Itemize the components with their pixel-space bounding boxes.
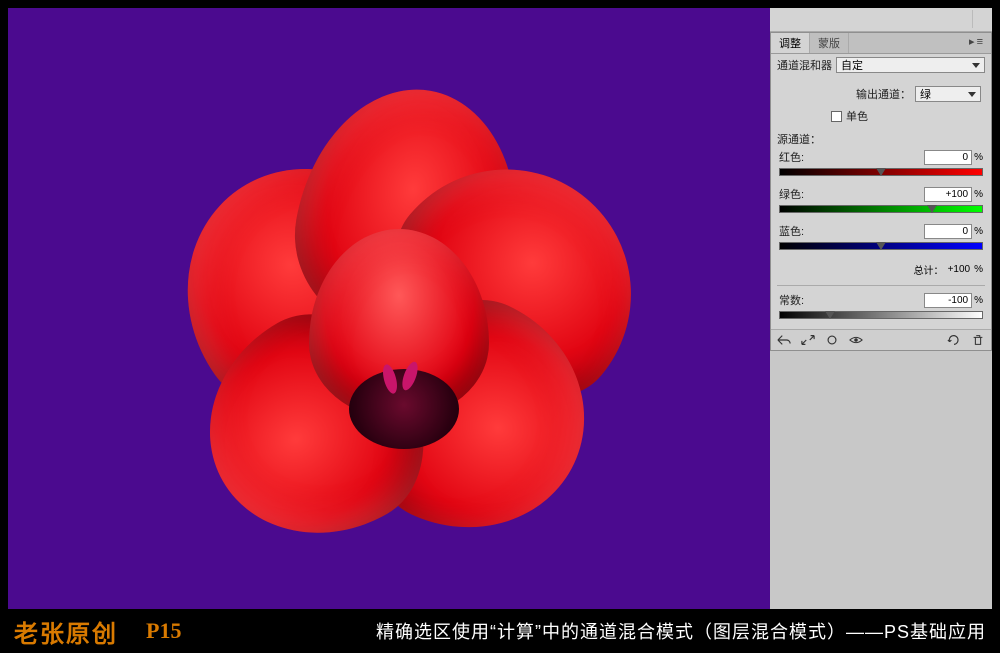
dock-collapse-icon[interactable] [972, 10, 992, 28]
monochrome-checkbox[interactable] [831, 111, 842, 122]
right-panel-column: 调整 蒙版 ▸≡ 通道混和器 自定 输出通道： 绿 单色 [770, 8, 992, 609]
slider-green-input[interactable]: +100 [924, 187, 972, 202]
total-row: 总计： +100 % [771, 260, 991, 285]
percent-sign: % [974, 295, 983, 306]
chevron-down-icon [968, 92, 976, 97]
chevron-down-icon [972, 63, 980, 68]
slider-thumb[interactable] [927, 205, 937, 213]
adjustments-panel: 调整 蒙版 ▸≡ 通道混和器 自定 输出通道： 绿 单色 [770, 32, 992, 351]
expand-icon[interactable] [801, 334, 815, 346]
monochrome-label: 单色 [846, 108, 868, 124]
app-window: 调整 蒙版 ▸≡ 通道混和器 自定 输出通道： 绿 单色 [8, 8, 992, 609]
slider-red-track[interactable] [779, 168, 983, 178]
output-channel-label: 输出通道： [856, 86, 911, 102]
tab-adjustments[interactable]: 调整 [771, 33, 810, 53]
caption-page: P15 [146, 618, 181, 644]
panel-empty-area [770, 351, 992, 609]
preset-dropdown[interactable]: 自定 [836, 57, 985, 73]
total-value: +100 [948, 264, 971, 275]
panel-footer [771, 329, 991, 350]
preset-value: 自定 [841, 57, 863, 73]
slider-red-label: 红色: [779, 149, 804, 165]
slider-constant: 常数: -100 % [771, 286, 991, 329]
slider-red: 红色: 0 % [771, 149, 991, 186]
slider-thumb[interactable] [876, 168, 886, 176]
slider-constant-label: 常数: [779, 292, 804, 308]
slider-blue-track[interactable] [779, 242, 983, 252]
caption-brand: 老张原创 [14, 614, 118, 649]
back-arrow-icon[interactable] [777, 334, 791, 346]
tab-masks[interactable]: 蒙版 [810, 33, 849, 53]
source-channels-label: 源通道： [771, 127, 991, 149]
slider-thumb[interactable] [876, 242, 886, 250]
flower-image [149, 79, 629, 539]
output-channel-dropdown[interactable]: 绿 [915, 86, 981, 102]
reset-icon[interactable] [947, 334, 961, 346]
slider-blue: 蓝色: 0 % [771, 223, 991, 260]
percent-sign: % [974, 264, 983, 275]
percent-sign: % [974, 226, 983, 237]
caption-bar: 老张原创 P15 精确选区使用“计算”中的通道混合模式（图层混合模式）——PS基… [0, 609, 1000, 653]
slider-constant-track[interactable] [779, 311, 983, 321]
slider-red-input[interactable]: 0 [924, 150, 972, 165]
percent-sign: % [974, 189, 983, 200]
slider-constant-input[interactable]: -100 [924, 293, 972, 308]
visibility-icon[interactable] [849, 334, 863, 346]
panel-tabs: 调整 蒙版 ▸≡ [771, 33, 991, 54]
caption-title: 精确选区使用“计算”中的通道混合模式（图层混合模式）——PS基础应用 [376, 618, 986, 644]
slider-thumb[interactable] [825, 311, 835, 319]
total-label: 总计： [914, 262, 944, 277]
canvas-area[interactable] [8, 8, 770, 609]
channel-mixer-title: 通道混和器 [777, 57, 832, 73]
percent-sign: % [974, 152, 983, 163]
slider-green-label: 绿色: [779, 186, 804, 202]
slider-green: 绿色: +100 % [771, 186, 991, 223]
delete-icon[interactable] [971, 334, 985, 346]
slider-blue-input[interactable]: 0 [924, 224, 972, 239]
clip-icon[interactable] [825, 334, 839, 346]
output-channel-value: 绿 [920, 86, 931, 102]
panel-menu-icon[interactable]: ▸≡ [963, 33, 991, 53]
slider-blue-label: 蓝色: [779, 223, 804, 239]
slider-green-track[interactable] [779, 205, 983, 215]
panel-dock-bar [770, 8, 992, 32]
